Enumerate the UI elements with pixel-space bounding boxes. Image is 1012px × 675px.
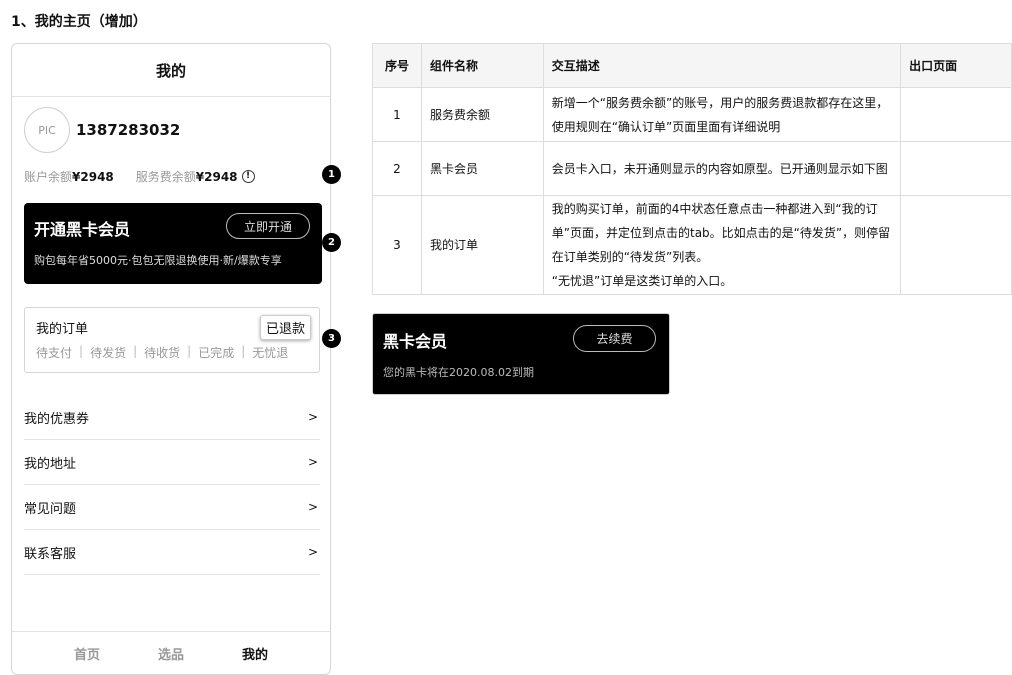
annotation-marker-1: 1: [322, 165, 341, 184]
renew-button[interactable]: 去续费: [573, 325, 656, 352]
separator: |: [241, 344, 246, 358]
order-tab-pending-payment[interactable]: 待支付: [36, 344, 72, 361]
tab-selection[interactable]: 选品: [129, 644, 213, 663]
header-exit-page: 出口页面: [900, 43, 1012, 88]
menu-item-label: 联系客服: [24, 546, 77, 562]
renewal-card-desc: 您的黑卡将在2020.08.02到期: [383, 366, 534, 379]
service-balance-label: 服务费余额: [135, 170, 196, 184]
chevron-right-icon: >: [307, 410, 318, 424]
chevron-right-icon: >: [307, 545, 318, 559]
open-membership-button[interactable]: 立即开通: [226, 213, 310, 239]
cell-no: 3: [372, 195, 422, 295]
separator: |: [79, 344, 84, 358]
order-status-tabs: 待支付 | 待发货 | 待收货 | 已完成 | 无忧退: [36, 344, 288, 361]
cell-exit: [900, 195, 1012, 295]
cell-name: 黑卡会员: [420, 141, 544, 196]
balances: 账户余额 ¥2948 服务费余额 ¥2948 !: [24, 168, 255, 185]
order-tab-pending-shipment[interactable]: 待发货: [90, 344, 126, 361]
black-card-renewal-card[interactable]: 黑卡会员 去续费 您的黑卡将在2020.08.02到期: [372, 313, 670, 395]
page-title: 我的: [12, 44, 330, 97]
table-row: 1 服务费余额 新增一个“服务费余额”的账号，用户的服务费退款都存在这里，使用规…: [372, 87, 1012, 142]
black-card-title: 开通黑卡会员: [34, 220, 131, 239]
chevron-right-icon: >: [307, 500, 318, 514]
phone-mockup: 我的 PIC 1387283032 账户余额 ¥2948 服务费余额 ¥2948…: [11, 43, 331, 675]
black-card-desc: 购包每年省5000元·包包无限退换使用·新/爆款专享: [34, 254, 282, 267]
cell-desc: 新增一个“服务费余额”的账号，用户的服务费退款都存在这里，使用规则在“确认订单”…: [542, 87, 902, 142]
table-row: 2 黑卡会员 会员卡入口，未开通则显示的内容如原型。已开通则显示如下图: [372, 141, 1012, 196]
service-balance-value: ¥2948: [195, 169, 238, 184]
separator: |: [187, 344, 192, 358]
header-component-name: 组件名称: [420, 43, 544, 88]
section-title: 1、我的主页（增加）: [11, 14, 147, 30]
menu-item-address[interactable]: 我的地址 >: [24, 440, 320, 485]
cell-exit: [900, 87, 1012, 142]
menu-item-faq[interactable]: 常见问题 >: [24, 485, 320, 530]
chevron-right-icon: >: [307, 455, 318, 469]
order-tab-completed[interactable]: 已完成: [198, 344, 234, 361]
cell-name: 服务费余额: [420, 87, 544, 142]
cell-desc: 我的购买订单，前面的4中状态任意点击一种都进入到“我的订单”页面，并定位到点击的…: [542, 195, 902, 295]
header-no: 序号: [372, 43, 422, 88]
cell-no: 2: [372, 141, 422, 196]
spec-table: 序号 组件名称 交互描述 出口页面 1 服务费余额 新增一个“服务费余额”的账号…: [372, 43, 1012, 295]
annotation-marker-2: 2: [322, 233, 341, 252]
tab-mine[interactable]: 我的: [213, 644, 297, 663]
profile[interactable]: PIC 1387283032: [24, 107, 180, 153]
cell-exit: [900, 141, 1012, 196]
menu-item-label: 我的优惠券: [24, 411, 90, 427]
menu-item-label: 我的地址: [24, 456, 77, 472]
tab-home[interactable]: 首页: [45, 644, 129, 663]
account-balance-label: 账户余额: [24, 170, 73, 184]
annotation-marker-3: 3: [322, 329, 341, 348]
table-row: 3 我的订单 我的购买订单，前面的4中状态任意点击一种都进入到“我的订单”页面，…: [372, 195, 1012, 295]
info-circle-icon[interactable]: !: [241, 170, 255, 183]
account-balance-value: ¥2948: [72, 169, 114, 184]
order-tab-worry-free-return[interactable]: 无忧退: [252, 344, 288, 361]
cell-desc: 会员卡入口，未开通则显示的内容如原型。已开通则显示如下图: [542, 141, 902, 196]
my-orders-card: 我的订单 已退款 待支付 | 待发货 | 待收货 | 已完成 | 无忧退: [24, 307, 320, 373]
cell-desc-extra: “无忧退”订单是这类订单的入口。: [551, 274, 733, 288]
cell-desc-main: 我的购买订单，前面的4中状态任意点击一种都进入到“我的订单”页面，并定位到点击的…: [551, 202, 891, 264]
menu-list: 我的优惠券 > 我的地址 > 常见问题 > 联系客服 >: [24, 395, 320, 575]
phone-number: 1387283032: [76, 121, 181, 139]
refunded-button[interactable]: 已退款: [259, 315, 311, 340]
table-header-row: 序号 组件名称 交互描述 出口页面: [372, 43, 1012, 88]
order-tab-pending-receipt[interactable]: 待收货: [144, 344, 180, 361]
menu-item-label: 常见问题: [24, 501, 77, 517]
menu-item-customer-service[interactable]: 联系客服 >: [24, 530, 320, 575]
menu-item-coupons[interactable]: 我的优惠券 >: [24, 395, 320, 440]
header-interaction-desc: 交互描述: [542, 43, 902, 88]
my-orders-title[interactable]: 我的订单: [36, 318, 88, 337]
black-card-banner[interactable]: 开通黑卡会员 立即开通 购包每年省5000元·包包无限退换使用·新/爆款专享: [24, 203, 322, 284]
cell-name: 我的订单: [420, 195, 544, 295]
bottom-tab-bar: 首页 选品 我的: [12, 631, 330, 674]
separator: |: [133, 344, 138, 358]
avatar[interactable]: PIC: [24, 107, 70, 153]
renewal-card-title: 黑卡会员: [383, 332, 448, 351]
cell-no: 1: [372, 87, 422, 142]
